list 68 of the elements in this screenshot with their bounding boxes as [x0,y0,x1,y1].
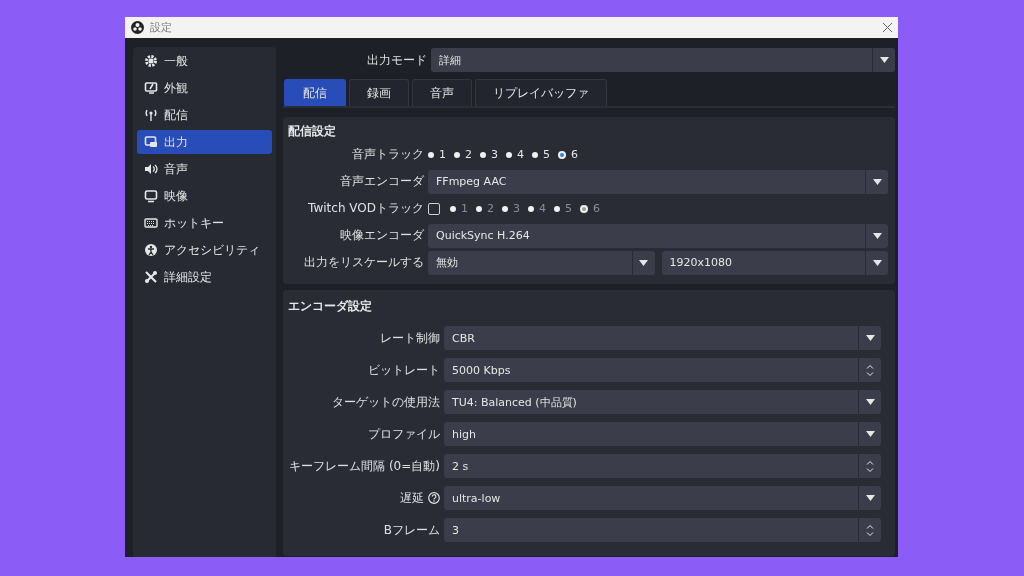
sidebar-item[interactable]: 出力 [137,130,272,154]
field-label: 音声エンコーダ [340,173,424,190]
field-label: レート制御 [380,329,440,347]
dropdown-arrow-icon[interactable] [872,259,882,266]
radio-button[interactable]: 5 [532,148,550,161]
dropdown-arrow-icon[interactable] [639,259,648,266]
dropdown-arrow-icon[interactable] [872,232,882,239]
dropdown[interactable]: FFmpeg AAC [428,169,888,194]
dropdown-arrow-icon[interactable] [865,495,875,501]
monitor-output-icon [144,135,158,149]
dropdown[interactable]: CBR [444,326,881,350]
spin-box[interactable]: 5000 Kbps [444,358,881,382]
radio-button[interactable]: 2 [454,148,472,161]
dropdown-arrow-icon[interactable] [865,399,875,405]
tab[interactable]: リプレイバッファ [475,79,607,106]
field-label: 遅延 [400,489,424,507]
sidebar-item[interactable]: 一般 [137,49,272,73]
sidebar-item[interactable]: 映像 [137,184,272,208]
radio-button[interactable]: 4 [506,148,524,161]
sidebar-item[interactable]: 配信 [137,103,272,127]
monitor-brush-icon [144,81,158,95]
sidebar-item[interactable]: 外観 [137,76,272,100]
dropdown[interactable]: QuickSync H.264 [428,223,888,248]
tab[interactable]: 音声 [412,79,472,106]
section-title: 配信設定 [288,122,337,140]
monitor-icon [144,189,158,203]
help-icon[interactable] [428,492,440,504]
dropdown-arrow-icon[interactable] [865,335,875,341]
sidebar-item[interactable]: 詳細設定 [137,265,272,289]
radio-button[interactable]: 3 [480,148,498,161]
app-logo-icon [131,21,144,34]
close-icon[interactable] [883,23,892,32]
field-label: Bフレーム [383,521,440,539]
dropdown-arrow-icon[interactable] [879,57,889,63]
dropdown[interactable]: 無効 [428,250,655,275]
antenna-icon [144,108,158,122]
spin-box[interactable]: 2 s [444,454,881,478]
tab[interactable]: 配信 [284,79,346,106]
sidebar-item[interactable]: 音声 [137,157,272,181]
tools-icon [144,270,158,284]
field-label: Twitch VODトラック [308,200,424,217]
dropdown[interactable]: TU4: Balanced (中品質) [444,390,881,414]
field-label: ビットレート [368,361,440,379]
field-label: ターゲットの使用法 [332,393,440,411]
field-label: プロファイル [368,425,440,443]
dropdown-arrow-icon[interactable] [865,431,875,437]
keyboard-icon [144,216,158,230]
speaker-icon [144,162,158,176]
dropdown[interactable]: high [444,422,881,446]
field-label: 出力をリスケールする [304,254,424,271]
sidebar-item[interactable]: ホットキー [137,211,272,235]
dropdown[interactable]: ultra-low [444,486,881,510]
sidebar-item[interactable]: アクセシビリティ [137,238,272,262]
spin-box[interactable]: 3 [444,518,881,542]
radio-button[interactable]: 6 [558,148,578,161]
section-title: エンコーダ設定 [288,297,373,315]
gear-icon [144,54,158,68]
field-label: 映像エンコーダ [340,227,424,244]
tab[interactable]: 録画 [349,79,409,106]
accessibility-icon [144,243,158,257]
radio-button[interactable]: 1 [428,148,446,161]
dropdown[interactable]: 1920x1080 [661,250,888,275]
dropdown-arrow-icon[interactable] [872,178,882,185]
field-label: キーフレーム間隔 (0=自動) [289,457,440,475]
dropdown[interactable]: 詳細 [431,48,895,72]
field-label: 出力モード [367,51,427,69]
field-label: 音声トラック [352,146,424,163]
window-title: 設定 [150,20,172,35]
